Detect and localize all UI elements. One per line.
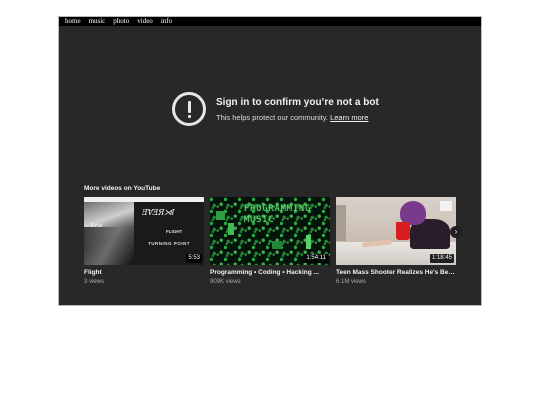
alert-circle-icon	[172, 92, 206, 126]
video-duration: 1:54:11	[304, 254, 328, 263]
nav-link-home[interactable]: home	[65, 17, 81, 26]
thumbnail-logo: ƎⱯƎЯ⋊Ɩ	[142, 208, 175, 217]
notice-subtitle-text: This helps protect our community.	[216, 112, 328, 122]
notice-text: Sign in to confirm you’re not a bot This…	[216, 96, 379, 123]
more-videos-list: ƎⱯƎЯ⋊Ɩ ƎⱯ⋊ FLIGHT TURNING POINT 5:53 Fli…	[84, 197, 481, 287]
nav-link-video[interactable]: video	[137, 17, 153, 26]
video-views: 909K views	[210, 279, 241, 285]
video-card-teen[interactable]: 1:18:45 Teen Mass Shooter Realizes He's …	[336, 197, 456, 286]
thumbnail-text: TURNING POINT	[148, 241, 190, 246]
thumbnail-text: FLIGHT	[166, 229, 183, 234]
video-duration: 1:18:45	[429, 254, 454, 263]
video-thumbnail[interactable]: 1:18:45	[336, 197, 456, 265]
alert-icon-bar	[188, 101, 191, 113]
top-navigation: home music photo video info	[59, 17, 481, 26]
video-card-flight[interactable]: ƎⱯƎЯ⋊Ɩ ƎⱯ⋊ FLIGHT TURNING POINT 5:53 Fli…	[84, 197, 204, 286]
bot-check-notice: Sign in to confirm you’re not a bot This…	[172, 91, 379, 127]
alert-icon-dot	[188, 115, 191, 118]
notice-title: Sign in to confirm you’re not a bot	[216, 96, 379, 108]
video-views: 3 views	[84, 279, 105, 285]
video-views: 6.1M views	[336, 279, 367, 285]
notice-subtitle: This helps protect our community. Learn …	[216, 112, 379, 123]
learn-more-link[interactable]: Learn more	[330, 113, 368, 122]
video-title[interactable]: Flight	[84, 269, 204, 277]
nav-link-music[interactable]: music	[89, 17, 106, 26]
nav-link-photo[interactable]: photo	[113, 17, 129, 26]
video-thumbnail[interactable]: ƎⱯƎЯ⋊Ɩ ƎⱯ⋊ FLIGHT TURNING POINT 5:53	[84, 197, 204, 265]
chevron-right-icon[interactable]: ›	[450, 226, 462, 238]
thumbnail-signature: ƎⱯ⋊	[90, 223, 102, 229]
nav-link-info[interactable]: info	[161, 17, 172, 26]
video-card-programming[interactable]: PROGRAMMING MUSIC 1:54:11 Programming • …	[210, 197, 330, 286]
video-title[interactable]: Teen Mass Shooter Realizes He's Bee...	[336, 269, 456, 277]
video-title[interactable]: Programming • Coding • Hacking ...	[210, 269, 330, 277]
thumbnail-text: PROGRAMMING MUSIC	[244, 204, 312, 225]
video-duration: 5:53	[186, 254, 202, 263]
video-thumbnail[interactable]: PROGRAMMING MUSIC 1:54:11	[210, 197, 330, 265]
embedded-player-frame: home music photo video info Sign in to c…	[58, 16, 482, 306]
more-videos-heading: More videos on YouTube	[84, 185, 161, 192]
